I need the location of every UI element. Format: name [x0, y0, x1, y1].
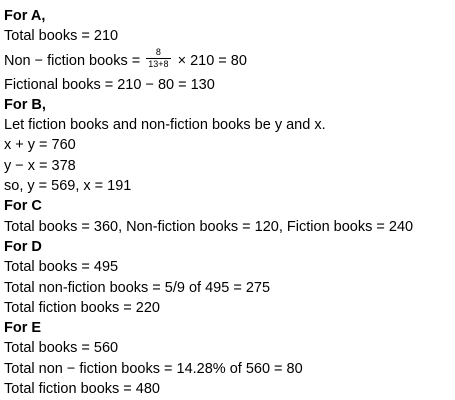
section-e-nonfiction: Total non − fiction books = 14.28% of 56… [4, 360, 303, 377]
section-d-total: Total books = 495 [4, 259, 119, 276]
section-a-fictional: Fictional books = 210 − 80 = 130 [4, 76, 215, 93]
section-a-nonfiction-suffix: × 210 = 80 [177, 52, 247, 69]
section-a-total: Total books = 210 [4, 28, 119, 45]
fraction-denominator: 13+8 [148, 59, 169, 70]
fraction-numerator: 8 [146, 47, 171, 60]
section-a-nonfiction-prefix: Non − fiction books = [4, 52, 141, 69]
section-d-fiction: Total fiction books = 220 [4, 299, 160, 316]
section-b-result: so, y = 569, x = 191 [4, 178, 132, 195]
section-b-equation-1: x + y = 760 [4, 137, 76, 154]
section-c-summary: Total books = 360, Non-fiction books = 1… [4, 218, 414, 235]
section-d-nonfiction: Total non-fiction books = 5/9 of 495 = 2… [4, 279, 271, 296]
section-c-heading: For C [4, 198, 42, 215]
section-b-equation-2: y − x = 378 [4, 157, 76, 174]
section-e-fiction: Total fiction books = 480 [4, 381, 160, 398]
section-e-total: Total books = 560 [4, 340, 119, 357]
section-a-nonfiction: Non − fiction books = 8 13+8 × 210 = 80 [4, 47, 454, 75]
section-e-heading: For E [4, 320, 42, 337]
section-b-heading: For B, [4, 96, 46, 113]
section-d-heading: For D [4, 238, 42, 255]
section-a-heading: For A, [4, 8, 46, 24]
section-a-fraction: 8 13+8 [146, 47, 171, 70]
solution-document: For A, Total books = 210 Non − fiction b… [4, 6, 454, 399]
section-b-intro: Let fiction books and non-fiction books … [4, 117, 326, 134]
